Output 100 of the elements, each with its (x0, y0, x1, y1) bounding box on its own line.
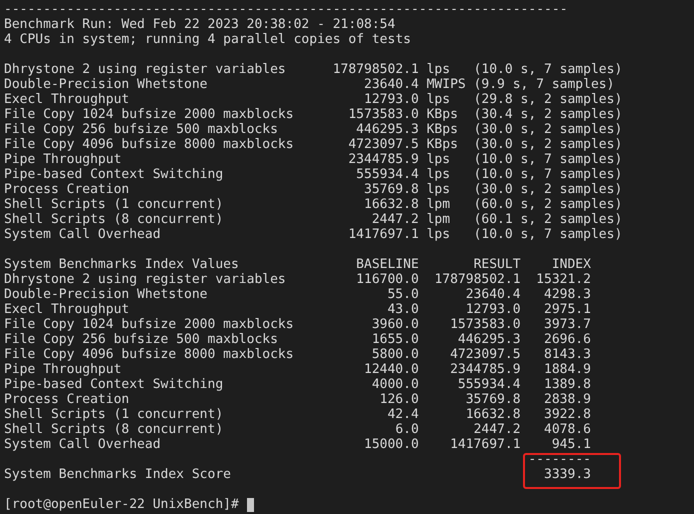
test-unit: MWIPS (426, 77, 466, 92)
table-cell: 1573583.0 (450, 317, 521, 332)
table-cell: 1884.9 (544, 362, 591, 377)
table-cell: Double-Precision Whetstone (4, 287, 208, 302)
table-cell: 945.1 (552, 437, 591, 452)
score-value: 3339.3 (544, 467, 591, 482)
terminal-text: 4 CPUs in system; running 4 parallel copies of tests (4, 32, 411, 47)
table-cell: Dhrystone 2 using register variables (4, 272, 286, 287)
separator-line: ------------------------------------------------------------------------ (4, 2, 568, 17)
test-value: 2344785.9 (348, 152, 419, 167)
table-cell: File Copy 1024 bufsize 2000 maxblocks (4, 317, 294, 332)
table-cell: 43.0 (387, 302, 419, 317)
test-name: Pipe Throughput (4, 152, 122, 167)
score-label: System Benchmarks Index Score (4, 467, 231, 482)
terminal-text: Benchmark Run: Wed Feb 22 2023 20:38:02 - 21:08:54 (4, 17, 396, 32)
test-samples: (60.1 s, 2 samples) (474, 212, 622, 227)
test-samples: (10.0 s, 7 samples) (474, 167, 622, 182)
test-samples: (30.4 s, 2 samples) (474, 107, 622, 122)
table-cell: 55.0 (387, 287, 419, 302)
table-cell: 12793.0 (466, 302, 521, 317)
test-name: Execl Throughput (4, 92, 130, 107)
test-unit: KBps (426, 107, 458, 122)
test-unit: lps (426, 152, 450, 167)
test-value: 16632.8 (364, 197, 419, 212)
table-cell: 3922.8 (544, 407, 591, 422)
table-cell: 35769.8 (466, 392, 521, 407)
table-cell: Process Creation (4, 392, 130, 407)
table-cell: 15000.0 (364, 437, 419, 452)
table-cell: 2838.9 (544, 392, 591, 407)
test-value: 446295.3 (356, 122, 419, 137)
test-value: 12793.0 (364, 92, 419, 107)
test-value: 1417697.1 (348, 227, 419, 242)
table-cell: 4723097.5 (450, 347, 521, 362)
table-cell: 1417697.1 (450, 437, 521, 452)
test-name: Double-Precision Whetstone (4, 77, 208, 92)
table-cell: 4078.6 (544, 422, 591, 437)
column-header: RESULT (474, 257, 521, 272)
test-name: Shell Scripts (8 concurrent) (4, 212, 224, 227)
test-samples: (29.8 s, 2 samples) (474, 92, 622, 107)
test-samples: (10.0 s, 7 samples) (474, 227, 622, 242)
table-cell: 2344785.9 (450, 362, 521, 377)
test-name: Pipe-based Context Switching (4, 167, 224, 182)
table-cell: 555934.4 (458, 377, 521, 392)
table-cell: 23640.4 (466, 287, 521, 302)
test-name: System Call Overhead (4, 227, 162, 242)
test-name: File Copy 256 bufsize 500 maxblocks (4, 122, 279, 137)
table-cell: 12440.0 (364, 362, 419, 377)
table-cell: 126.0 (380, 392, 419, 407)
test-name: File Copy 1024 bufsize 2000 maxblocks (4, 107, 295, 122)
test-unit: KBps (426, 137, 458, 152)
test-value: 35769.8 (364, 182, 419, 197)
test-name: Dhrystone 2 using register variables (4, 62, 287, 77)
table-cell: 2975.1 (544, 302, 591, 317)
test-name: Shell Scripts (1 concurrent) (4, 197, 224, 212)
separator-line: -------- (528, 452, 591, 467)
test-unit: lps (426, 92, 450, 107)
shell-prompt: [root@openEuler-22 UnixBench]# (4, 497, 239, 512)
table-cell: 42.4 (387, 407, 419, 422)
test-value: 1573583.0 (348, 107, 419, 122)
test-value: 23640.4 (364, 77, 419, 92)
table-cell: Execl Throughput (4, 302, 130, 317)
table-cell: Pipe Throughput (4, 362, 122, 377)
test-unit: lps (426, 227, 450, 242)
table-cell: File Copy 4096 bufsize 8000 maxblocks (4, 347, 294, 362)
table-cell: 2447.2 (474, 422, 521, 437)
test-unit: lpm (426, 197, 450, 212)
table-cell: 116700.0 (356, 272, 419, 287)
table-cell: 16632.8 (466, 407, 521, 422)
test-unit: KBps (426, 122, 458, 137)
test-value: 2447.2 (372, 212, 419, 227)
test-unit: lps (426, 167, 450, 182)
table-heading: System Benchmarks Index Values (4, 257, 239, 272)
table-cell: 178798502.1 (434, 272, 521, 287)
table-cell: File Copy 256 bufsize 500 maxblocks (4, 332, 278, 347)
table-cell: Pipe-based Context Switching (4, 377, 224, 392)
test-samples: (10.0 s, 7 samples) (474, 62, 622, 77)
table-cell: 4298.3 (544, 287, 591, 302)
table-cell: 8143.3 (544, 347, 591, 362)
test-name: Process Creation (4, 182, 130, 197)
table-cell: Shell Scripts (1 concurrent) (4, 407, 224, 422)
test-value: 178798502.1 (332, 62, 419, 77)
table-cell: 15321.2 (536, 272, 591, 287)
table-cell: Shell Scripts (8 concurrent) (4, 422, 224, 437)
table-cell: 3960.0 (372, 317, 419, 332)
test-samples: (30.0 s, 2 samples) (474, 182, 622, 197)
test-unit: lpm (426, 212, 450, 227)
table-cell: 6.0 (395, 422, 419, 437)
test-samples: (30.0 s, 2 samples) (474, 137, 622, 152)
table-cell: 1389.8 (544, 377, 591, 392)
test-samples: (30.0 s, 2 samples) (474, 122, 622, 137)
text-cursor (246, 498, 254, 512)
table-cell: 446295.3 (458, 332, 521, 347)
table-cell: 4000.0 (372, 377, 419, 392)
test-samples: (60.0 s, 2 samples) (474, 197, 622, 212)
table-cell: System Call Overhead (4, 437, 161, 452)
test-unit: lps (426, 182, 450, 197)
column-header: INDEX (552, 257, 591, 272)
test-value: 4723097.5 (348, 137, 419, 152)
table-cell: 1655.0 (372, 332, 419, 347)
test-samples: (10.0 s, 7 samples) (474, 152, 622, 167)
